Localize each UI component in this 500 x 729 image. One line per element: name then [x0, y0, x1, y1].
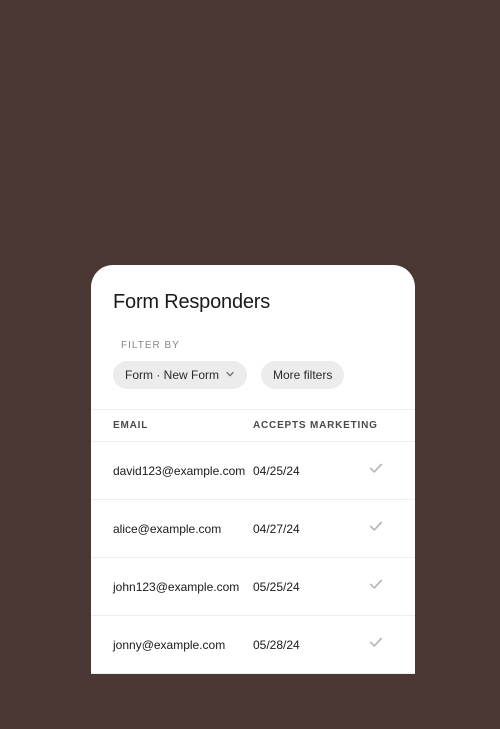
- check-icon: [369, 519, 383, 538]
- cell-date: 04/27/24: [253, 522, 331, 536]
- cell-date: 05/28/24: [253, 638, 331, 652]
- cell-email: alice@example.com: [113, 522, 253, 536]
- cell-email: jonny@example.com: [113, 638, 253, 652]
- form-responders-card: Form Responders FILTER BY Form · New For…: [91, 265, 415, 674]
- cell-date: 04/25/24: [253, 464, 331, 478]
- filter-by-label: FILTER BY: [113, 340, 393, 351]
- more-filters-label: More filters: [273, 368, 332, 382]
- check-icon: [369, 635, 383, 654]
- cell-accepts: [331, 519, 393, 538]
- check-icon: [369, 461, 383, 480]
- cell-email: john123@example.com: [113, 580, 253, 594]
- cell-accepts: [331, 461, 393, 480]
- table-body: david123@example.com04/25/24alice@exampl…: [91, 442, 415, 674]
- table-row: john123@example.com05/25/24: [91, 558, 415, 616]
- column-header-accepts: ACCEPTS MARKETING: [253, 420, 393, 431]
- table-row: alice@example.com04/27/24: [91, 500, 415, 558]
- check-icon: [369, 577, 383, 596]
- filter-section: FILTER BY Form · New Form More filters: [91, 340, 415, 389]
- page-title: Form Responders: [91, 291, 415, 314]
- cell-email: david123@example.com: [113, 464, 253, 478]
- filter-chips: Form · New Form More filters: [113, 361, 393, 389]
- chevron-down-icon: [225, 368, 235, 382]
- cell-date: 05/25/24: [253, 580, 331, 594]
- more-filters-button[interactable]: More filters: [261, 361, 344, 389]
- table-row: jonny@example.com05/28/24: [91, 616, 415, 674]
- form-filter-label: Form · New Form: [125, 368, 219, 382]
- column-header-email: EMAIL: [113, 420, 253, 431]
- table-row: david123@example.com04/25/24: [91, 442, 415, 500]
- cell-accepts: [331, 577, 393, 596]
- cell-accepts: [331, 635, 393, 654]
- table-header: EMAIL ACCEPTS MARKETING: [91, 409, 415, 442]
- form-filter-chip[interactable]: Form · New Form: [113, 361, 247, 389]
